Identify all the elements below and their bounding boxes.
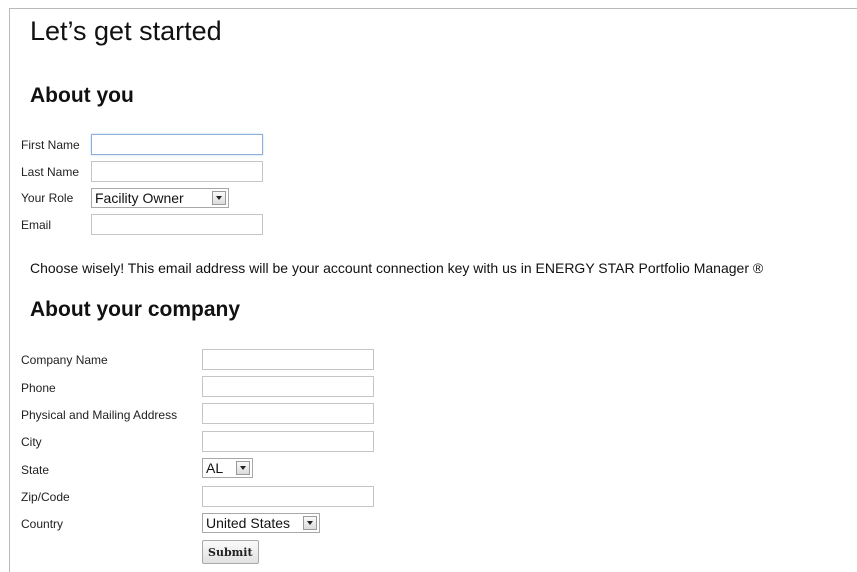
phone-label: Phone <box>21 381 56 395</box>
email-label: Email <box>21 218 52 232</box>
role-label: Your Role <box>21 191 74 205</box>
email-note: Choose wisely! This email address will b… <box>30 260 764 276</box>
state-select[interactable]: AL <box>202 458 253 478</box>
address-field[interactable] <box>202 403 374 424</box>
chevron-down-icon[interactable] <box>212 191 226 205</box>
chevron-down-icon[interactable] <box>236 461 250 475</box>
phone-field[interactable] <box>202 376 374 397</box>
state-select-value: AL <box>206 460 224 476</box>
last-name-label: Last Name <box>21 165 80 179</box>
zip-label: Zip/Code <box>21 490 70 504</box>
about-you-heading: About you <box>30 84 134 107</box>
last-name-field[interactable] <box>91 161 263 182</box>
state-label: State <box>21 463 50 477</box>
role-select[interactable]: Facility Owner <box>91 188 229 208</box>
email-field[interactable] <box>91 214 263 235</box>
country-label: Country <box>21 517 64 531</box>
zip-field[interactable] <box>202 486 374 507</box>
about-company-heading: About your company <box>30 298 241 321</box>
company-name-field[interactable] <box>202 349 374 370</box>
role-select-value: Facility Owner <box>95 190 184 206</box>
country-select-value: United States <box>206 515 291 531</box>
chevron-down-icon[interactable] <box>303 516 317 530</box>
company-name-label: Company Name <box>21 353 108 367</box>
submit-button[interactable]: Submit <box>202 540 259 564</box>
page-title: Let’s get started <box>30 16 222 46</box>
city-field[interactable] <box>202 431 374 452</box>
city-label: City <box>21 435 42 449</box>
first-name-field[interactable] <box>91 134 263 155</box>
first-name-label: First Name <box>21 138 80 152</box>
address-label: Physical and Mailing Address <box>21 408 178 422</box>
country-select[interactable]: United States <box>202 513 320 533</box>
content-frame <box>9 8 857 572</box>
